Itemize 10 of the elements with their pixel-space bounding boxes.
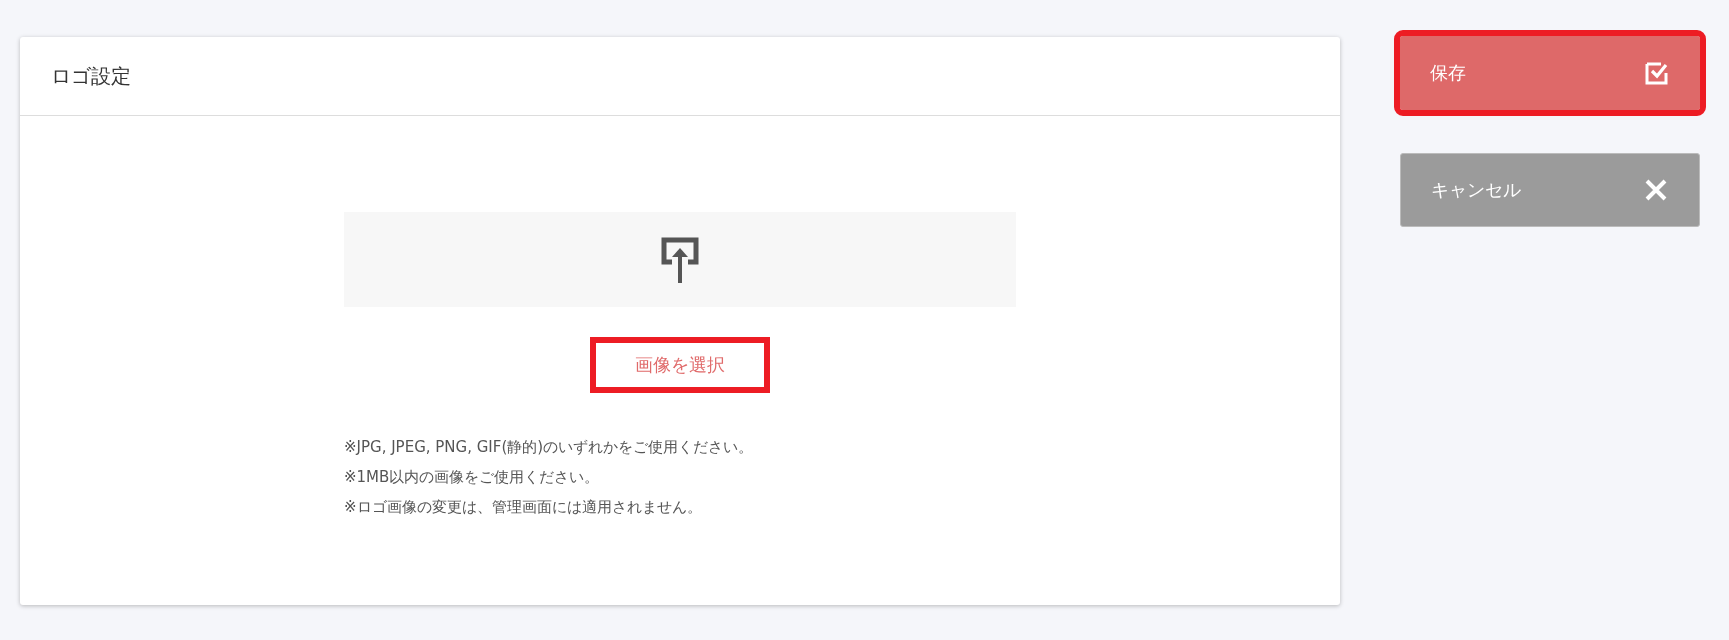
note-text: ※ロゴ画像の変更は、管理画面には適用されません。: [344, 497, 703, 518]
card-title: ロゴ設定: [51, 62, 131, 90]
checkbox-icon: [1645, 61, 1669, 85]
note-text: ※JPG, JPEG, PNG, GIF(静的)のいずれかをご使用ください。: [344, 437, 755, 458]
upload-area[interactable]: [344, 212, 1016, 307]
close-icon: [1644, 178, 1668, 202]
upload-icon: [661, 236, 699, 283]
cancel-button[interactable]: キャンセル: [1400, 153, 1700, 227]
select-image-button[interactable]: 画像を選択: [590, 337, 770, 393]
note-text: ※1MB以内の画像をご使用ください。: [344, 467, 601, 488]
